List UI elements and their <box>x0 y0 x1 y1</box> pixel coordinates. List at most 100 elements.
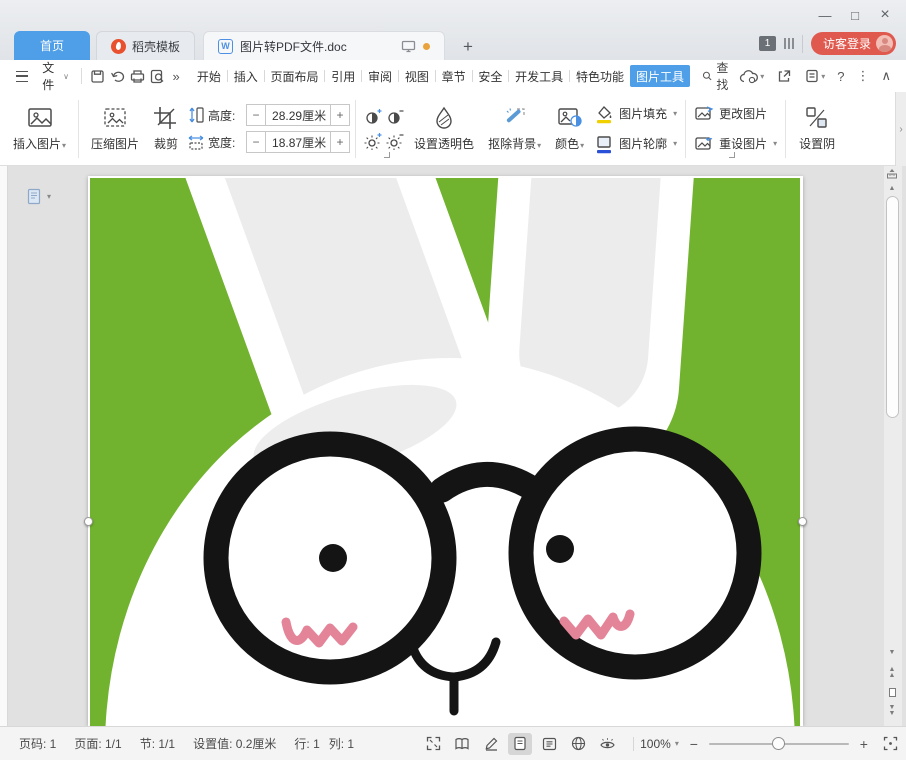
scroll-up-arrow[interactable]: ▲ <box>882 184 902 194</box>
note-button[interactable]: ▾ <box>799 64 830 88</box>
menu-item-view[interactable]: 视图 <box>399 65 435 87</box>
reset-picture-button[interactable]: 重设图片▾ <box>691 131 780 157</box>
change-reset-group: 更改图片 重设图片▾ <box>691 101 780 157</box>
status-page-count[interactable]: 页面: 1/1 <box>65 735 130 752</box>
resize-handle-right[interactable] <box>798 517 807 526</box>
remove-background-button[interactable]: 抠除背景▾ <box>481 97 548 161</box>
search-button[interactable]: 查找 <box>702 59 734 93</box>
vertical-scrollbar[interactable]: ▲ ▼ ▲▲ ▼▼ <box>882 166 904 726</box>
quick-access-overflow-button[interactable]: » <box>168 64 185 88</box>
set-transparent-color-button[interactable]: 设置透明色 <box>407 97 481 161</box>
menu-item-review[interactable]: 审阅 <box>362 65 398 87</box>
zoom-slider-knob[interactable] <box>772 737 785 750</box>
web-view-button[interactable] <box>566 733 590 755</box>
cloud-sync-button[interactable]: ▾ <box>734 64 769 88</box>
insert-picture-icon <box>27 106 53 130</box>
next-page-button[interactable]: ▼▼ <box>882 704 902 718</box>
maximize-button[interactable]: □ <box>840 4 870 26</box>
collapse-ribbon-button[interactable]: ∧ <box>876 64 896 88</box>
menu-item-home[interactable]: 开始 <box>191 65 227 87</box>
zoom-in-button[interactable]: + <box>855 735 873 753</box>
brightness-minus-icon <box>386 132 404 150</box>
page-setup-icon <box>26 188 42 205</box>
compress-picture-icon <box>102 106 128 130</box>
previous-page-button[interactable]: ▲▲ <box>882 666 902 680</box>
resize-handle-left[interactable] <box>84 517 93 526</box>
window-count-badge[interactable]: 1 <box>759 36 776 51</box>
status-section[interactable]: 节: 1/1 <box>131 735 184 752</box>
fullscreen-view-button[interactable] <box>421 733 445 755</box>
picture-color-icon <box>557 106 583 130</box>
minimize-button[interactable]: — <box>810 4 840 26</box>
undo-button[interactable] <box>108 64 128 88</box>
size-dialog-launcher[interactable] <box>384 152 390 158</box>
save-button[interactable] <box>88 64 108 88</box>
print-preview-button[interactable] <box>148 64 168 88</box>
help-button[interactable]: ? <box>832 64 849 88</box>
wps-writer-window: — □ × 首页 稻壳模板 W 图片转PDF文件.doc + <box>0 0 906 760</box>
increase-contrast-button[interactable] <box>363 106 383 128</box>
file-menu-button[interactable]: 文件 ∨ <box>36 64 75 88</box>
eye-protection-button[interactable] <box>595 733 619 755</box>
change-picture-button[interactable]: 更改图片 <box>691 101 780 127</box>
scrollbar-thumb[interactable] <box>886 196 899 418</box>
tab-home[interactable]: 首页 <box>14 31 90 60</box>
more-menu-button[interactable]: ⋮ <box>851 64 874 88</box>
menu-item-special-features[interactable]: 特色功能 <box>570 65 630 87</box>
height-decrease-button[interactable]: − <box>247 105 266 125</box>
height-input[interactable] <box>266 105 330 125</box>
rabbit-picture[interactable] <box>90 178 800 726</box>
height-increase-button[interactable]: + <box>330 105 349 125</box>
new-tab-button[interactable]: + <box>455 34 481 60</box>
menu-item-insert[interactable]: 插入 <box>228 65 264 87</box>
scroll-down-arrow[interactable]: ▼ <box>882 648 902 658</box>
ribbon-scroll-right-button[interactable]: › <box>895 92 906 166</box>
select-browse-object-button[interactable] <box>882 686 902 698</box>
width-input[interactable] <box>266 132 330 152</box>
login-button[interactable]: 访客登录 <box>811 32 896 55</box>
menu-item-references[interactable]: 引用 <box>325 65 361 87</box>
ruler-toggle-icon[interactable] <box>882 166 902 182</box>
menu-item-security[interactable]: 安全 <box>472 65 508 87</box>
set-shadow-button[interactable]: 设置阴 <box>791 97 843 161</box>
insert-picture-button[interactable]: 插入图片▾ <box>6 97 73 161</box>
zoom-out-button[interactable]: − <box>685 735 703 753</box>
zoom-level-dropdown[interactable]: 100% ▾ <box>640 737 679 751</box>
picture-fill-button[interactable]: 图片填充▾ <box>591 101 680 127</box>
book-view-button[interactable] <box>450 733 474 755</box>
close-button[interactable]: × <box>870 4 900 26</box>
decrease-contrast-button[interactable] <box>385 106 405 128</box>
menu-item-dev-tools[interactable]: 开发工具 <box>509 65 569 87</box>
outline-view-button[interactable] <box>537 733 561 755</box>
status-page-number[interactable]: 页码: 1 <box>10 735 65 752</box>
crop-button[interactable]: 裁剪 <box>146 97 186 161</box>
increase-brightness-button[interactable] <box>363 130 383 152</box>
fit-page-button[interactable] <box>879 733 903 755</box>
print-button[interactable] <box>128 64 148 88</box>
menu-item-section[interactable]: 章节 <box>436 65 472 87</box>
page-view-button[interactable] <box>508 733 532 755</box>
menu-item-page-layout[interactable]: 页面布局 <box>264 65 324 87</box>
status-line: 行: 1 <box>285 735 328 752</box>
color-button[interactable]: 颜色▾ <box>548 97 591 161</box>
zoom-slider[interactable] <box>709 743 849 745</box>
picture-outline-button[interactable]: 图片轮廓▾ <box>591 131 680 157</box>
zoom-level-value: 100% <box>640 737 671 751</box>
document-quick-menu[interactable]: ▾ <box>26 188 51 205</box>
divider <box>785 100 786 158</box>
tab-list-icon[interactable] <box>784 38 794 49</box>
hamburger-icon[interactable] <box>16 71 28 82</box>
width-increase-button[interactable]: + <box>330 132 349 152</box>
compress-picture-button[interactable]: 压缩图片 <box>84 97 146 161</box>
height-label: 高度: <box>208 107 242 124</box>
tab-document[interactable]: W 图片转PDF文件.doc <box>203 31 445 60</box>
menu-item-picture-tools[interactable]: 图片工具 <box>630 65 690 87</box>
width-decrease-button[interactable]: − <box>247 132 266 152</box>
share-button[interactable] <box>771 64 797 88</box>
decrease-brightness-button[interactable] <box>385 130 405 152</box>
edit-mode-button[interactable] <box>479 733 503 755</box>
status-setting-value[interactable]: 设置值: 0.2厘米 <box>184 735 285 752</box>
document-page[interactable] <box>88 176 803 726</box>
tab-templates[interactable]: 稻壳模板 <box>96 31 195 60</box>
style-dialog-launcher[interactable] <box>729 152 735 158</box>
